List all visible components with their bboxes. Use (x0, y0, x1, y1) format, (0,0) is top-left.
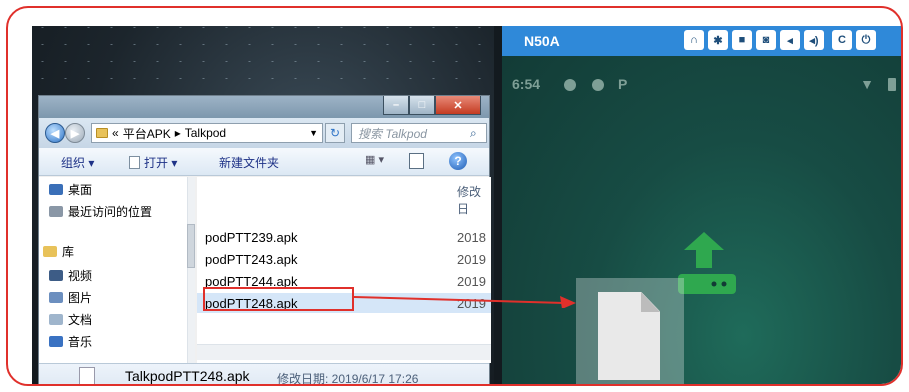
nav-item-label: 图片 (68, 291, 93, 305)
column-header-modified[interactable]: 修改日 (457, 183, 491, 217)
nav-item-label: 文档 (68, 313, 93, 327)
install-apk-icon (678, 232, 736, 294)
maximize-button[interactable]: □ (409, 96, 435, 115)
nav-item-videos[interactable]: 视频 (49, 267, 92, 284)
organize-label: 组织 ▾ (61, 156, 95, 170)
new-folder-label: 新建文件夹 (219, 156, 280, 170)
recent-places-icon (49, 206, 63, 217)
organize-menu[interactable]: 组织 ▾ (61, 154, 94, 171)
help-icon[interactable]: ? (449, 152, 467, 170)
device-title: N50A (524, 33, 560, 49)
preview-pane-icon[interactable] (409, 153, 424, 169)
file-name: podPTT239.apk (205, 229, 298, 245)
horizontal-scrollbar[interactable] (197, 344, 491, 360)
details-modified-date: 修改日期: 2019/6/17 17:26 (277, 372, 419, 386)
status-p-icon: P (618, 76, 628, 92)
details-pane: TalkpodPTT248.apk 修改日期: 2019/6/17 17:26 (39, 363, 489, 386)
settings-icon[interactable]: ✱ (708, 30, 728, 50)
camera-icon[interactable]: ◙ (756, 30, 776, 50)
file-explorer-window: – □ ✕ ◀ ▶ « 平台APK ▸ Talkpod ▼ ↻ 搜索 Talkp… (38, 95, 491, 386)
file-list: 修改日 podPTT239.apk 2018 podPTT243.apk 2019 … (197, 177, 491, 363)
device-toolbar: N50A ∩ ✱ ■ ◙ ◂ ◂) C ⏻ (502, 26, 901, 56)
circle-icon (592, 79, 604, 91)
nav-item-music[interactable]: 音乐 (49, 333, 92, 350)
folder-icon (96, 128, 108, 138)
nav-item-label: 视频 (68, 269, 93, 283)
battery-icon (888, 78, 896, 91)
pictures-icon (49, 292, 63, 303)
search-icon[interactable]: ⌕ (470, 126, 486, 141)
nav-item-label: 库 (62, 245, 75, 259)
screenshot-frame: – □ ✕ ◀ ▶ « 平台APK ▸ Talkpod ▼ ↻ 搜索 Talkp… (6, 6, 903, 386)
record-icon[interactable]: ■ (732, 30, 752, 50)
file-row[interactable]: podPTT243.apk 2019 (197, 249, 491, 269)
library-icon (43, 246, 57, 257)
file-date: 2019 (457, 251, 486, 267)
volume-down-icon[interactable]: ◂ (780, 30, 800, 50)
back-button[interactable]: ◀ (45, 123, 65, 143)
nav-item-desktop[interactable]: 桌面 (49, 181, 92, 198)
nav-item-library[interactable]: 库 (43, 243, 74, 260)
nav-scrollbar-thumb[interactable] (187, 224, 195, 268)
address-row: ◀ ▶ « 平台APK ▸ Talkpod ▼ ↻ 搜索 Talkpod ⌕ (39, 118, 489, 148)
highlight-box (203, 287, 354, 311)
file-row[interactable]: podPTT239.apk 2018 (197, 227, 491, 247)
new-folder-button[interactable]: 新建文件夹 (219, 154, 279, 171)
search-input[interactable]: 搜索 Talkpod ⌕ (351, 123, 487, 143)
window-divider (494, 26, 502, 384)
file-date: 2018 (457, 229, 486, 245)
music-icon (49, 336, 63, 347)
headset-icon[interactable]: ∩ (684, 30, 704, 50)
forward-button[interactable]: ▶ (65, 123, 85, 143)
status-bar: 6:54 P ▼ (502, 74, 901, 98)
videos-icon (49, 270, 63, 281)
file-date: 2019 (457, 273, 486, 289)
open-label: 打开 ▾ (144, 156, 178, 170)
refresh-button[interactable]: ↻ (325, 123, 345, 143)
nav-item-label: 音乐 (68, 335, 93, 349)
close-button[interactable]: ✕ (435, 96, 481, 115)
view-options-icon[interactable]: ▦ ▾ (365, 153, 384, 166)
documents-icon (49, 314, 63, 325)
nav-scrollbar[interactable] (187, 177, 195, 363)
address-bar[interactable]: « 平台APK ▸ Talkpod ▼ (91, 123, 323, 143)
nav-item-documents[interactable]: 文档 (49, 311, 92, 328)
file-name: podPTT243.apk (205, 251, 298, 267)
volume-up-icon[interactable]: ◂) (804, 30, 824, 50)
document-icon (129, 156, 140, 169)
wifi-icon: ▼ (860, 76, 874, 92)
drag-arrow (354, 296, 576, 308)
shield-icon (564, 79, 576, 91)
navigation-pane: 桌面 最近访问的位置 库 视频 图片 文档 音乐 (39, 177, 195, 363)
breadcrumb-prefix: « (112, 126, 119, 140)
nav-item-label: 最近访问的位置 (68, 205, 153, 219)
desktop-icon (49, 184, 63, 195)
details-file-name: TalkpodPTT248.apk (125, 368, 250, 384)
chevron-down-icon[interactable]: ▼ (309, 128, 322, 138)
minimize-button[interactable]: – (383, 96, 409, 115)
breadcrumb-item[interactable]: Talkpod (185, 126, 226, 140)
search-placeholder: 搜索 Talkpod (358, 126, 427, 141)
breadcrumb-item[interactable]: 平台APK (123, 125, 171, 142)
nav-item-label: 桌面 (68, 183, 93, 197)
rotate-icon[interactable]: C (832, 30, 852, 50)
power-icon[interactable]: ⏻ (856, 30, 876, 50)
open-button[interactable]: 打开 ▾ (129, 154, 177, 171)
chevron-right-icon: ▸ (174, 126, 181, 140)
nav-item-recent-places[interactable]: 最近访问的位置 (49, 203, 152, 220)
file-icon (79, 367, 95, 384)
command-bar: 组织 ▾ 打开 ▾ 新建文件夹 ▦ ▾ ? (39, 148, 489, 176)
android-screen[interactable]: N50A ∩ ✱ ■ ◙ ◂ ◂) C ⏻ 6:54 P ▼ (502, 26, 901, 384)
nav-item-pictures[interactable]: 图片 (49, 289, 92, 306)
window-titlebar[interactable]: – □ ✕ (39, 96, 489, 118)
status-time: 6:54 (512, 76, 541, 92)
